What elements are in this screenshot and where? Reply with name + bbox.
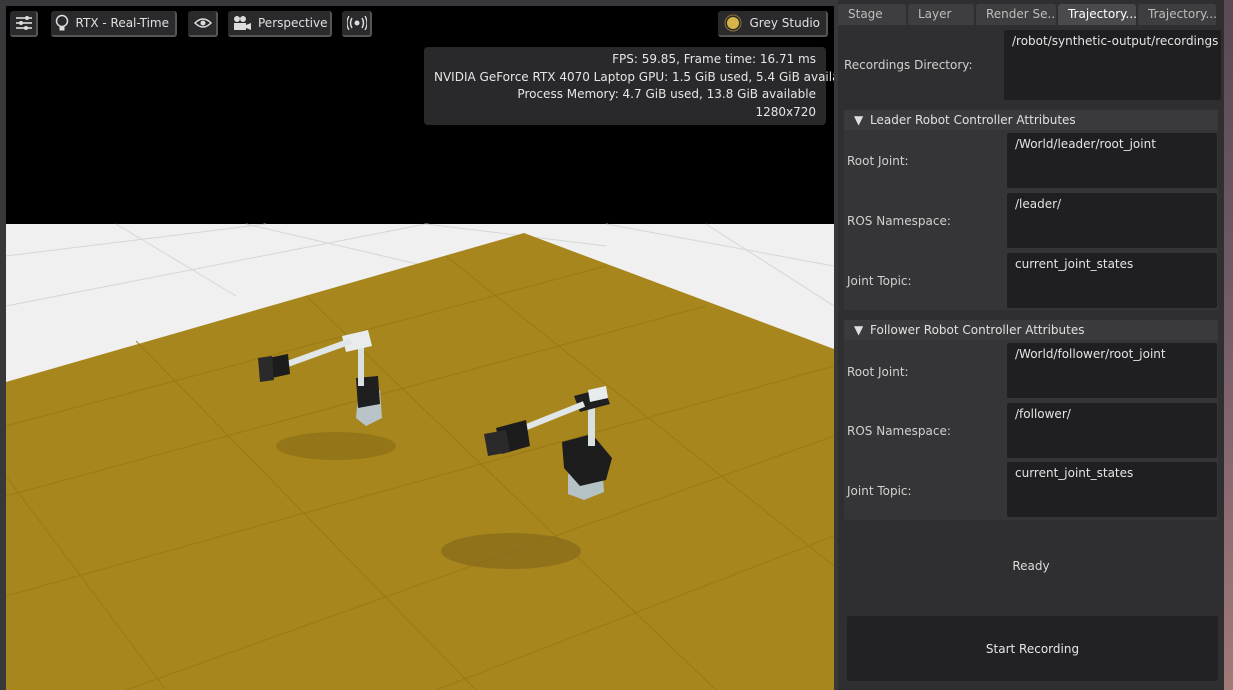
broadcast-button[interactable] bbox=[342, 11, 372, 37]
renderer-button[interactable]: RTX - Real-Time bbox=[51, 11, 177, 37]
leader-section: ▼ Leader Robot Controller Attributes Root… bbox=[844, 110, 1218, 310]
lighting-label: Grey Studio bbox=[749, 16, 821, 30]
follower-section-title: Follower Robot Controller Attributes bbox=[870, 323, 1085, 337]
memory-text: Process Memory: 4.7 GiB used, 13.8 GiB a… bbox=[517, 87, 816, 101]
follower-root-joint-label: Root Joint: bbox=[847, 365, 909, 379]
leader-root-joint-field[interactable]: /World/leader/root_joint bbox=[1007, 133, 1217, 188]
viewport[interactable]: RTX - Real-Time Perspective Grey Studio … bbox=[6, 6, 834, 690]
follower-ros-namespace-label: ROS Namespace: bbox=[847, 424, 951, 438]
tab-layer[interactable]: Layer bbox=[908, 4, 974, 25]
recordings-directory-field[interactable]: /robot/synthetic-output/recordings bbox=[1004, 30, 1221, 100]
panel-tabs: Stage Layer Render Se... Trajectory... T… bbox=[838, 4, 1224, 25]
property-panel: Stage Layer Render Se... Trajectory... T… bbox=[838, 0, 1224, 690]
camera-icon bbox=[232, 12, 252, 34]
tab-trajectory-recorder[interactable]: Trajectory... bbox=[1058, 4, 1136, 25]
sliders-icon bbox=[13, 12, 35, 34]
stats-overlay: FPS: 59.85, Frame time: 16.71 ms NVIDIA … bbox=[424, 47, 834, 125]
follower-joint-topic-label: Joint Topic: bbox=[847, 484, 912, 498]
fps-text: FPS: 59.85, Frame time: 16.71 ms bbox=[612, 52, 816, 66]
app-window: RTX - Real-Time Perspective Grey Studio … bbox=[0, 0, 1233, 690]
start-recording-label: Start Recording bbox=[985, 641, 1080, 656]
follower-section: ▼ Follower Robot Controller Attributes Ro… bbox=[844, 320, 1218, 520]
recordings-directory-label: Recordings Directory: bbox=[844, 58, 973, 72]
leader-section-header[interactable]: ▼ Leader Robot Controller Attributes bbox=[844, 110, 1218, 130]
sun-icon bbox=[722, 12, 744, 34]
camera-button[interactable]: Perspective bbox=[228, 11, 332, 37]
tab-render-settings[interactable]: Render Se... bbox=[976, 4, 1056, 25]
tab-stage[interactable]: Stage bbox=[838, 4, 906, 25]
settings-button[interactable] bbox=[10, 11, 38, 37]
follower-ros-namespace-field[interactable]: /follower/ bbox=[1007, 403, 1217, 458]
camera-label: Perspective bbox=[258, 16, 328, 30]
leader-shadow bbox=[276, 432, 396, 460]
follower-section-header[interactable]: ▼ Follower Robot Controller Attributes bbox=[844, 320, 1218, 340]
lightbulb-icon bbox=[55, 12, 70, 34]
leader-joint-topic-label: Joint Topic: bbox=[847, 274, 912, 288]
collapse-triangle-icon: ▼ bbox=[854, 113, 864, 127]
visibility-button[interactable] bbox=[188, 11, 218, 37]
leader-joint-topic-field[interactable]: current_joint_states bbox=[1007, 253, 1217, 308]
gpu-text: NVIDIA GeForce RTX 4070 Laptop GPU: 1.5 … bbox=[434, 69, 834, 84]
leader-root-joint-label: Root Joint: bbox=[847, 154, 909, 168]
broadcast-icon bbox=[346, 12, 368, 34]
eye-icon bbox=[192, 12, 214, 34]
follower-joint-topic-field[interactable]: current_joint_states bbox=[1007, 462, 1217, 517]
start-recording-button[interactable]: Start Recording bbox=[847, 616, 1218, 681]
collapse-triangle-icon: ▼ bbox=[854, 323, 864, 337]
status-text: Ready bbox=[1012, 559, 1050, 573]
leader-ros-namespace-field[interactable]: /leader/ bbox=[1007, 193, 1217, 248]
follower-shadow bbox=[441, 533, 581, 569]
leader-ros-namespace-label: ROS Namespace: bbox=[847, 214, 951, 228]
tab-trajectory-player[interactable]: Trajectory... bbox=[1138, 4, 1216, 25]
renderer-label: RTX - Real-Time bbox=[75, 16, 169, 30]
follower-root-joint-field[interactable]: /World/follower/root_joint bbox=[1007, 343, 1217, 398]
resolution-text: 1280x720 bbox=[755, 104, 816, 119]
lighting-button[interactable]: Grey Studio bbox=[718, 11, 828, 37]
leader-section-title: Leader Robot Controller Attributes bbox=[870, 113, 1076, 127]
desktop-background-edge bbox=[1224, 0, 1233, 690]
